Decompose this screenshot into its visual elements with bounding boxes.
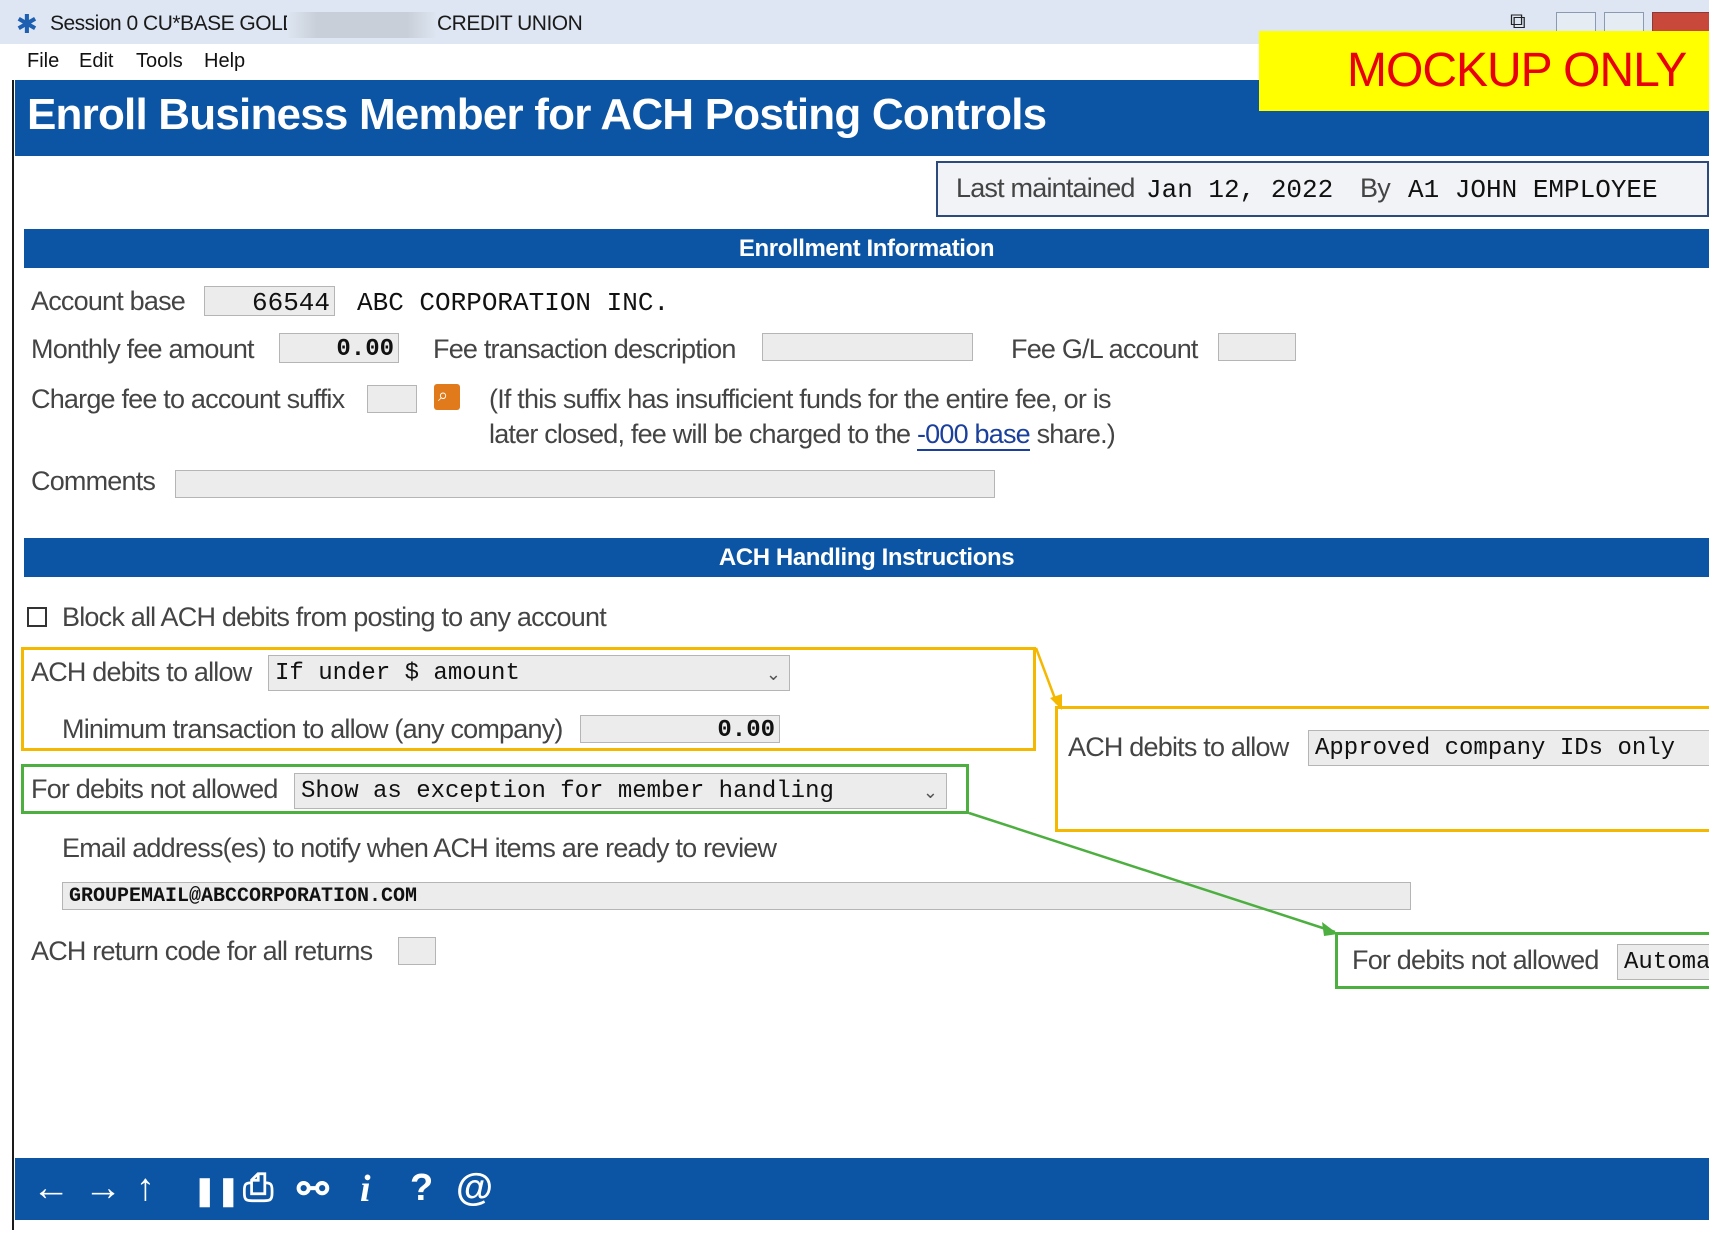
pause-icon[interactable]: ❚❚ bbox=[193, 1174, 240, 1207]
link-icon[interactable]: ⚯ bbox=[297, 1167, 329, 1212]
alt-not-allowed-label: For debits not allowed bbox=[1352, 945, 1599, 975]
email-icon[interactable]: @ bbox=[456, 1167, 493, 1210]
bottom-toolbar: ← → ↑ ❚❚ ⎙ ⚯ i ? @ bbox=[15, 1158, 1709, 1220]
forward-arrow-icon[interactable]: → bbox=[84, 1167, 122, 1210]
print-icon[interactable]: ⎙ bbox=[243, 1167, 273, 1210]
up-arrow-icon[interactable]: ↑ bbox=[136, 1167, 155, 1210]
alt-debits-select[interactable]: Approved company IDs only bbox=[1308, 730, 1709, 766]
yellow-connector-line bbox=[1034, 647, 1059, 705]
alt-not-allowed-value: Automa bbox=[1624, 949, 1709, 976]
callout-connectors bbox=[968, 647, 1338, 936]
yellow-callout-box: ACH debits to allow Approved company IDs… bbox=[1055, 706, 1709, 832]
back-arrow-icon[interactable]: ← bbox=[32, 1167, 70, 1210]
info-icon[interactable]: i bbox=[360, 1167, 371, 1211]
green-callout-box: For debits not allowed Automa bbox=[1335, 932, 1709, 989]
alt-debits-value: Approved company IDs only bbox=[1315, 735, 1676, 762]
alt-debits-label: ACH debits to allow bbox=[1068, 732, 1289, 762]
alt-not-allowed-select[interactable]: Automa bbox=[1617, 944, 1709, 980]
help-icon[interactable]: ? bbox=[410, 1167, 433, 1210]
